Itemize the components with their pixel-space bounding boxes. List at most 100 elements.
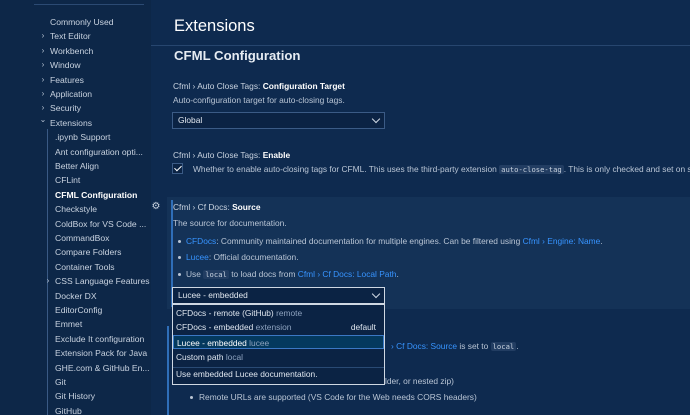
list-item: CFDocs: Community maintained documentati…: [178, 236, 603, 246]
setting-category: Cfml › Auto Close Tags:: [173, 150, 263, 160]
option-label: Custom path: [176, 352, 224, 362]
description-text: Whether to enable auto-closing tags for …: [193, 164, 500, 174]
sidebar-scroll-edge: [34, 4, 144, 5]
chevron-right-icon: ›: [41, 89, 45, 98]
sidebar-item-label: Window: [50, 60, 81, 71]
sidebar-item-label: Compare Folders: [55, 247, 122, 258]
settings-toc-sidebar: Commonly Used › Text Editor › Workbench › Wind…: [0, 0, 151, 415]
sidebar-item-label: ColdBox for VS Code ...: [55, 218, 147, 229]
setting-name: Configuration Target: [262, 81, 345, 91]
option-label: CFDocs - remote (GitHub): [176, 308, 274, 318]
sidebar-item-label: GHE.com & GitHub En...: [55, 362, 150, 373]
setting-category: Cfml › Cf Docs:: [173, 202, 233, 212]
setting-description-fragment: lder, or nested zip): [385, 376, 454, 386]
dropdown-divider: [173, 367, 384, 368]
dropdown-option-description: Use embedded Lucee documentation.: [176, 369, 318, 379]
list-item: Use local to load docs from Cfml › Cf Do…: [178, 269, 399, 279]
bullet-text: Use: [186, 269, 204, 279]
chevron-right-icon: ›: [41, 31, 45, 41]
inline-code: auto-close-tag: [499, 165, 564, 174]
dropdown-option-selected[interactable]: Lucee - embedded lucee: [173, 335, 384, 349]
sidebar-item-label: GitHub: [55, 405, 82, 415]
bullet-text: Remote URLs are supported (VS Code for t…: [199, 392, 477, 402]
sidebar-item-label: CFLint: [55, 175, 81, 186]
chevron-down-icon: [371, 289, 381, 299]
list-item: Lucee: Official documentation.: [178, 252, 299, 262]
bullet-icon: [178, 256, 181, 259]
option-detail: extension: [255, 322, 292, 332]
inline-code: local: [203, 270, 229, 279]
sidebar-item-label: .ipynb Support: [55, 132, 111, 143]
link-cfdocs-source[interactable]: › Cf Docs: Source: [391, 341, 457, 351]
sidebar-item-label: Security: [50, 103, 82, 114]
chevron-right-icon: ›: [46, 276, 50, 286]
docs-source-select[interactable]: Lucee - embedded: [172, 287, 385, 304]
chevron-right-icon: ›: [41, 60, 45, 70]
link-lucee[interactable]: Lucee: [186, 252, 209, 262]
sidebar-item-label: Extension Pack for Java: [55, 348, 148, 359]
title-divider: [151, 45, 690, 46]
section-title: CFML Configuration: [174, 48, 301, 63]
description-text: is set to: [457, 341, 491, 351]
bullet-icon: [178, 240, 181, 243]
enable-checkbox[interactable]: [172, 163, 183, 174]
option-detail: local: [225, 352, 244, 362]
sidebar-item-label: Emmet: [55, 319, 83, 330]
select-value: Lucee - embedded: [178, 290, 248, 300]
sidebar-item-label: CSS Language Features: [55, 276, 150, 287]
link-cfdocs[interactable]: CFDocs: [186, 236, 216, 246]
sidebar-item-label: CommandBox: [55, 233, 110, 243]
sidebar-item-label: Application: [50, 89, 93, 99]
chevron-down-icon: [371, 114, 381, 124]
sidebar-item-label: Workbench: [50, 45, 94, 56]
setting-description: Auto-configuration target for auto-closi…: [173, 95, 345, 105]
bullet-icon: [178, 273, 181, 276]
dropdown-option[interactable]: CFDocs - remote (GitHub) remote: [173, 306, 384, 320]
description-text: .: [516, 341, 519, 351]
sidebar-item-label: Features: [50, 74, 84, 85]
next-setting-indicator: [167, 326, 169, 415]
setting-description: The source for documentation.: [173, 218, 287, 228]
setting-title-enable: Cfml › Auto Close Tags: Enable: [173, 150, 290, 160]
sidebar-item-label: Better Align: [55, 161, 99, 171]
setting-title-configuration-target: Cfml › Auto Close Tags: Configuration Ta…: [173, 81, 345, 91]
bullet-text: .: [600, 236, 603, 246]
bullet-text: to load docs from: [228, 269, 298, 279]
link-local-path[interactable]: Cfml › Cf Docs: Local Path: [298, 269, 397, 279]
sidebar-item-label: EditorConfig: [55, 305, 103, 315]
chevron-right-icon: ›: [41, 74, 45, 84]
docs-source-dropdown-list: CFDocs - remote (GitHub) remote CFDocs -…: [172, 304, 385, 385]
sidebar-item-label: Extensions: [50, 117, 93, 128]
bullet-icon: [190, 396, 193, 399]
sidebar-item-label: Git History: [55, 391, 96, 402]
sidebar-item-label: Checkstyle: [55, 204, 98, 215]
page-title: Extensions: [174, 17, 255, 35]
sidebar-item-label: Docker DX: [55, 290, 97, 301]
chevron-right-icon: ›: [41, 45, 45, 55]
sidebar-item-label: Git: [55, 377, 66, 387]
check-icon: [174, 163, 182, 172]
sidebar-item-label: Exclude It configuration: [55, 333, 145, 344]
sidebar-item-label: Ant configuration opti...: [55, 146, 143, 157]
select-value: Global: [178, 115, 203, 125]
link-engine-name[interactable]: Cfml › Engine: Name: [523, 236, 601, 246]
setting-description: Whether to enable auto-closing tags for …: [193, 164, 690, 174]
setting-name: Enable: [262, 150, 291, 160]
sidebar-item-label: CFML Configuration: [55, 189, 138, 200]
setting-category: Cfml › Auto Close Tags:: [173, 81, 263, 91]
option-label: Lucee - embedded: [177, 338, 247, 348]
default-badge: default: [350, 322, 376, 332]
gear-icon[interactable]: ⚙: [151, 201, 162, 213]
dropdown-option[interactable]: CFDocs - embedded extension default: [173, 320, 384, 334]
setting-description-fragment: › Cf Docs: Source is set to local.: [391, 341, 519, 351]
chevron-down-icon: ⌄: [39, 114, 47, 124]
configuration-target-select[interactable]: Global: [172, 112, 385, 129]
setting-title-source: Cfml › Cf Docs: Source: [173, 202, 261, 212]
sidebar-item-label: Text Editor: [50, 31, 91, 42]
dropdown-option[interactable]: Custom path local: [173, 350, 384, 364]
sidebar-item-label: Container Tools: [55, 261, 115, 272]
option-detail: remote: [276, 308, 303, 318]
tree-indent-guide: [47, 129, 48, 415]
setting-name: Source: [232, 202, 261, 212]
description-text: . This is only checked and set on s: [563, 164, 690, 174]
